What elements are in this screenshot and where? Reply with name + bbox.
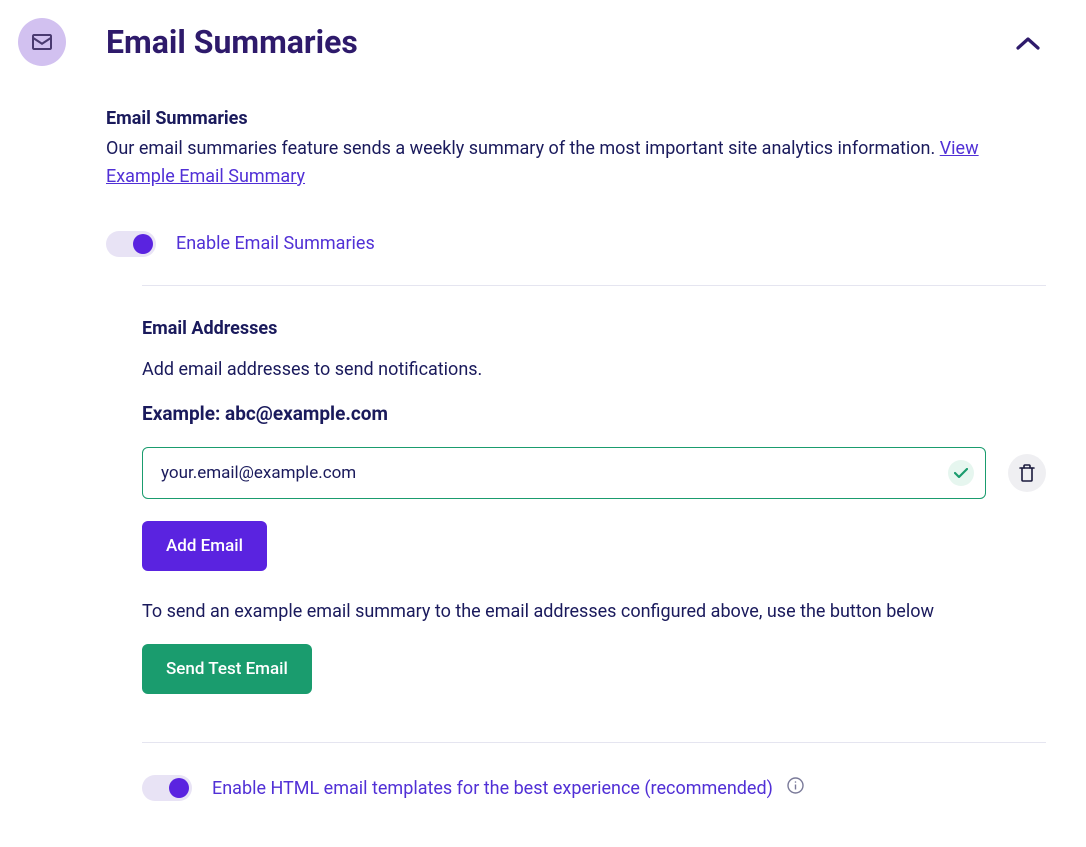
summary-heading: Email Summaries xyxy=(106,108,1046,129)
divider xyxy=(142,742,1046,743)
page-title: Email Summaries xyxy=(106,23,358,61)
enable-html-label: Enable HTML email templates for the best… xyxy=(212,777,804,799)
section-header: Email Summaries xyxy=(18,18,1068,66)
delete-email-button[interactable] xyxy=(1008,454,1046,492)
toggle-knob xyxy=(169,778,189,798)
summary-description: Our email summaries feature sends a week… xyxy=(106,135,1046,191)
enable-html-toggle[interactable] xyxy=(142,775,192,801)
check-icon xyxy=(954,468,968,478)
email-addresses-section: Email Addresses Add email addresses to s… xyxy=(142,318,1046,801)
email-input[interactable] xyxy=(142,447,986,499)
envelope-icon xyxy=(32,34,52,50)
enable-summaries-row: Enable Email Summaries xyxy=(106,231,1046,257)
send-test-email-button[interactable]: Send Test Email xyxy=(142,644,312,694)
test-email-description: To send an example email summary to the … xyxy=(142,601,1046,622)
add-email-button[interactable]: Add Email xyxy=(142,521,267,571)
info-icon[interactable] xyxy=(787,777,804,794)
enable-summaries-label: Enable Email Summaries xyxy=(176,233,375,254)
content-area: Email Summaries Our email summaries feat… xyxy=(106,108,1046,801)
enable-summaries-toggle[interactable] xyxy=(106,231,156,257)
email-input-row xyxy=(142,447,1046,499)
addresses-heading: Email Addresses xyxy=(142,318,1046,339)
summary-description-text: Our email summaries feature sends a week… xyxy=(106,138,940,159)
addresses-description: Add email addresses to send notification… xyxy=(142,359,1046,380)
addresses-example: Example: abc@example.com xyxy=(142,402,1046,425)
trash-icon xyxy=(1019,464,1035,482)
envelope-icon-badge xyxy=(18,18,66,66)
collapse-chevron-icon[interactable] xyxy=(1016,36,1040,55)
enable-html-label-text: Enable HTML email templates for the best… xyxy=(212,778,773,799)
email-input-wrap xyxy=(142,447,986,499)
divider xyxy=(142,285,1046,286)
toggle-knob xyxy=(133,234,153,254)
enable-html-row: Enable HTML email templates for the best… xyxy=(142,775,1046,801)
valid-check-badge xyxy=(948,460,974,486)
